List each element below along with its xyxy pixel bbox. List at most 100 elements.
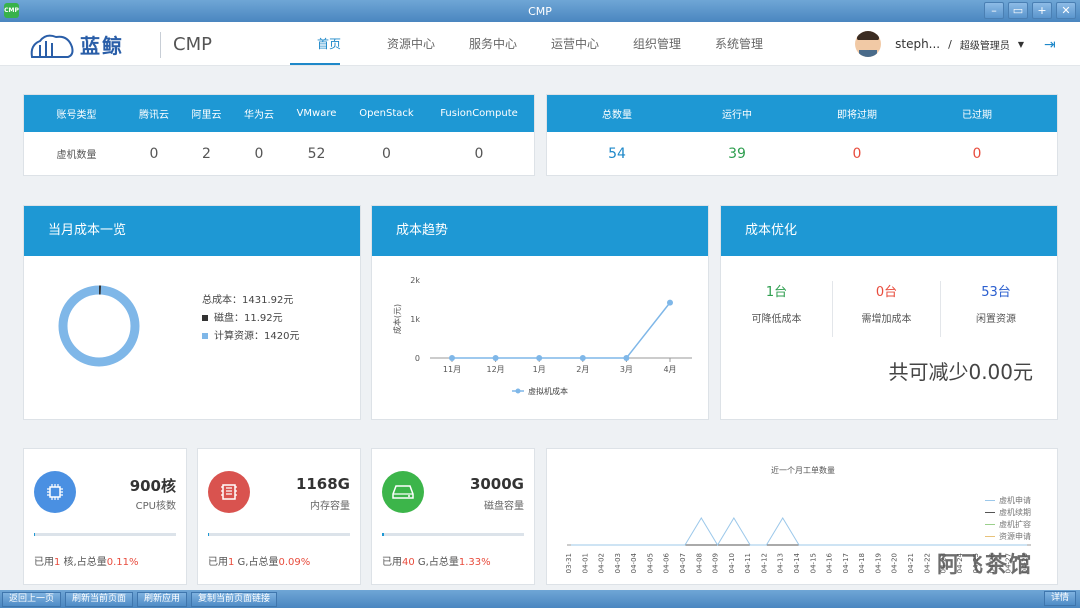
legend-label: 虚机扩容: [999, 520, 1031, 529]
ticket-chart-panel: 近一个月工单数量 03-31 04-01 04-02 04-03 04-04 04-05 0…: [546, 448, 1058, 585]
memory-usage-bar: [208, 533, 350, 536]
donut-compute-slice: [58, 285, 140, 367]
table-header: 账号类型 腾讯云 阿里云 华为云 VMware OpenStack Fusion…: [24, 95, 534, 132]
y-tick-label: 2k: [410, 276, 420, 285]
whale-logo-icon: [30, 34, 74, 58]
vm-count-tencent: 0: [149, 145, 159, 162]
usage-prefix: 已用: [34, 557, 54, 568]
product-name: CMP: [173, 34, 212, 55]
y-tick-label: 1k: [410, 315, 420, 324]
column-header: 运行中: [722, 110, 752, 121]
legend-item[interactable]: 虚机申请: [985, 495, 1031, 507]
legend-item[interactable]: 虚机扩容: [985, 519, 1031, 531]
usage-percent: 0.09%: [278, 557, 311, 568]
column-header: FusionCompute: [440, 108, 518, 119]
vm-count-vmware: 52: [307, 145, 326, 162]
column-header: 总数量: [602, 110, 632, 121]
data-point: [623, 355, 630, 361]
user-name: steph...: [895, 37, 941, 51]
window-title: CMP: [528, 4, 552, 18]
stat-label: 可降低成本: [751, 314, 802, 325]
cost-total: 总成本：1431.92元: [202, 295, 294, 306]
logo-divider: [160, 31, 161, 58]
brand-logo[interactable]: 蓝鲸 CMP: [28, 30, 212, 59]
legend-disk-label: 磁盘：11.92元: [214, 313, 283, 324]
cost-optimization-panel: 成本优化 1台 可降低成本 0台 需增加成本 53台 闲置资源 共可减少0.00…: [720, 205, 1058, 420]
vm-count-fusioncompute: 0: [474, 145, 484, 162]
details-button[interactable]: 详情: [1043, 591, 1076, 606]
x-tick-label: 04-17: [842, 553, 850, 573]
x-tick-label: 04-22: [923, 553, 931, 573]
data-point: [667, 299, 673, 306]
window-close-button[interactable]: ✕: [1056, 2, 1076, 19]
vm-expiring: 0: [852, 145, 862, 162]
account-type-table: 账号类型 腾讯云 阿里云 华为云 VMware OpenStack Fusion…: [23, 94, 535, 176]
vm-total: 54: [608, 145, 626, 162]
table-header: 总数量 运行中 即将过期 已过期: [547, 95, 1057, 132]
cpu-label: CPU核数: [135, 501, 176, 512]
legend-compute: 计算资源：1420元: [202, 328, 299, 346]
x-tick-label: 04-13: [777, 553, 785, 573]
column-header: 已过期: [962, 110, 992, 121]
stat-value: 1台: [765, 285, 788, 300]
row-label: 虚机数量: [56, 150, 97, 161]
x-tick-label: 04-19: [874, 553, 882, 573]
logout-icon[interactable]: ⇥: [1044, 37, 1060, 53]
nav-org-management[interactable]: 组织管理: [616, 22, 698, 66]
y-tick-label: 0: [415, 354, 420, 363]
usage-percent: 0.11%: [106, 557, 139, 568]
column-header: 华为云: [244, 110, 274, 121]
disk-icon: [382, 471, 424, 513]
vm-count-openstack: 0: [382, 145, 391, 162]
legend-label: 虚拟机成本: [528, 386, 568, 396]
cost-legend: 总成本：1431.92元 磁盘：11.92元 计算资源：1420元: [202, 292, 299, 346]
x-tick-label: 04-20: [891, 553, 899, 573]
back-button[interactable]: 返回上一页: [2, 591, 62, 607]
column-header: 即将过期: [837, 110, 877, 121]
nav-service-center[interactable]: 服务中心: [452, 22, 534, 66]
window-minimize-button[interactable]: –: [984, 2, 1004, 19]
cost-donut-chart: [58, 285, 140, 367]
stat-value: 53台: [981, 285, 1011, 300]
legend-swatch: [985, 536, 995, 537]
nav-home[interactable]: 首页: [288, 22, 370, 66]
refresh-app-button[interactable]: 刷新应用: [137, 591, 188, 607]
x-tick-label: 04-08: [695, 553, 703, 573]
nav-operation-center[interactable]: 运营中心: [534, 22, 616, 66]
stat-value: 0台: [875, 285, 898, 300]
refresh-page-button[interactable]: 刷新当前页面: [65, 591, 134, 607]
x-tick-label: 04-14: [793, 552, 801, 573]
cpu-usage-text: 已用1 核,占总量0.11%: [34, 553, 139, 568]
caret-down-icon[interactable]: ▼: [1018, 40, 1024, 49]
watermark: 阿飞茶馆: [937, 553, 1034, 578]
legend-label: 虚机申请: [999, 496, 1031, 505]
x-tick-label: 04-12: [760, 553, 768, 573]
avatar[interactable]: [855, 31, 882, 57]
window-restore-button[interactable]: ▭: [1008, 2, 1028, 19]
usage-mid: G,占总量: [414, 557, 459, 568]
optimization-stats: 1台 可降低成本 0台 需增加成本 53台 闲置资源: [721, 281, 1059, 337]
table-row: 54 39 0 0: [547, 132, 1057, 175]
nav-system-management[interactable]: 系统管理: [698, 22, 780, 66]
usage-number: 40: [402, 557, 415, 568]
legend-item[interactable]: 资源申请: [985, 531, 1031, 543]
stat-reduce: 1台 可降低成本: [721, 281, 833, 337]
nav-resource-center[interactable]: 资源中心: [370, 22, 452, 66]
bottom-toolbar: 返回上一页 刷新当前页面 刷新应用 复制当前页面链接 详情: [0, 590, 1080, 608]
table-row: 虚机数量 0 2 0 52 0 0: [24, 132, 534, 175]
x-tick-label: 04-10: [728, 553, 736, 573]
window-maximize-button[interactable]: +: [1032, 2, 1052, 19]
column-header: OpenStack: [359, 108, 414, 119]
usage-fill: [34, 533, 35, 536]
user-menu[interactable]: steph... / 超级管理员 ▼ ⇥: [855, 22, 1060, 66]
x-tick-label: 04-21: [907, 553, 915, 573]
copy-link-button[interactable]: 复制当前页面链接: [191, 591, 278, 607]
x-tick-label: 3月: [620, 365, 633, 374]
window-titlebar: CMP CMP – ▭ + ✕: [0, 0, 1080, 22]
usage-percent: 1.33%: [458, 557, 491, 568]
x-tick-label: 04-01: [581, 553, 589, 573]
legend-item[interactable]: 虚机续期: [985, 507, 1031, 519]
disk-usage-bar: [382, 533, 524, 536]
usage-prefix: 已用: [208, 557, 228, 568]
legend-disk: 磁盘：11.92元: [202, 310, 299, 328]
